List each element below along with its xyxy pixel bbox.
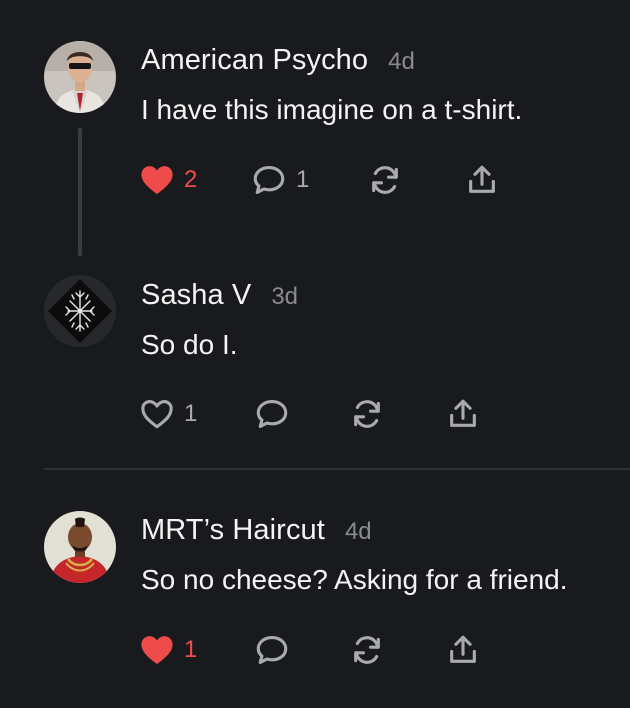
restack-button[interactable]	[350, 630, 384, 670]
reply-button[interactable]	[255, 394, 299, 434]
heart-icon	[141, 399, 173, 429]
comment-text: So do I.	[141, 329, 238, 360]
timestamp[interactable]: 3d	[271, 283, 298, 311]
like-button[interactable]: 1	[140, 630, 197, 670]
comment-thread: American Psycho 4d I have this imagine o…	[0, 0, 630, 708]
comment-text: I have this imagine on a t-shirt.	[141, 94, 523, 125]
share-upload-icon	[450, 635, 476, 663]
timestamp[interactable]: 4d	[388, 48, 415, 76]
author-name[interactable]: American Psycho	[141, 44, 368, 77]
heart-icon	[141, 636, 173, 665]
repost-arrows-icon	[354, 636, 380, 664]
reply-button[interactable]	[255, 630, 299, 670]
restack-button[interactable]	[368, 160, 402, 200]
thread-divider	[44, 468, 630, 470]
comment-header: Sasha V 3d	[141, 279, 298, 312]
like-count: 1	[184, 400, 198, 427]
restack-button[interactable]	[350, 394, 384, 434]
speech-bubble-icon	[256, 636, 288, 664]
speech-bubble-icon	[256, 400, 288, 428]
timestamp[interactable]: 4d	[345, 518, 372, 546]
avatar-sasha-v[interactable]	[44, 275, 116, 347]
heart-icon	[141, 166, 173, 195]
avatar-mrts-haircut[interactable]	[44, 511, 116, 583]
like-count: 2	[184, 166, 198, 193]
repost-arrows-icon	[354, 400, 380, 428]
comment-header: MRT’s Haircut 4d	[141, 514, 372, 547]
avatar-american-psycho[interactable]	[44, 41, 116, 113]
like-count: 1	[184, 636, 198, 663]
reply-count: 1	[296, 166, 310, 193]
comment-text: So no cheese? Asking for a friend.	[141, 564, 568, 595]
share-button[interactable]	[446, 630, 480, 670]
share-button[interactable]	[446, 394, 480, 434]
author-name[interactable]: MRT’s Haircut	[141, 514, 325, 547]
comment-actions: 1	[140, 394, 560, 434]
share-upload-icon	[469, 165, 495, 193]
share-upload-icon	[450, 399, 476, 427]
thread-connector-line	[78, 128, 82, 256]
comment-header: American Psycho 4d	[141, 44, 415, 77]
like-button[interactable]: 1	[140, 394, 197, 434]
like-button[interactable]: 2	[140, 160, 197, 200]
repost-arrows-icon	[372, 166, 398, 194]
speech-bubble-icon	[253, 166, 285, 194]
comment-actions: 2 1	[140, 160, 560, 200]
share-button[interactable]	[465, 160, 499, 200]
reply-button[interactable]: 1	[252, 160, 309, 200]
author-name[interactable]: Sasha V	[141, 279, 251, 312]
comment-actions: 1	[140, 630, 560, 670]
